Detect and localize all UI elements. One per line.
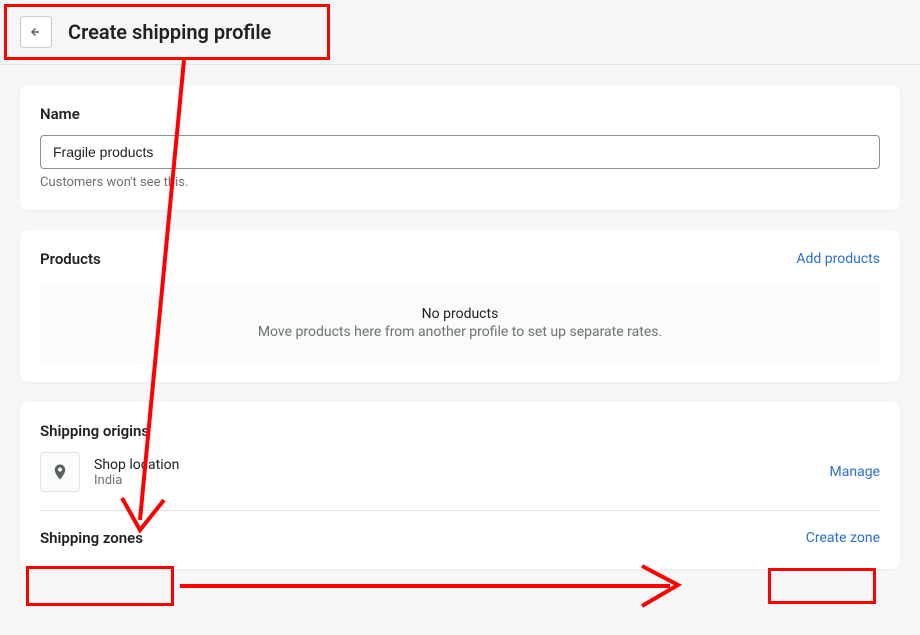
arrow-left-icon — [29, 25, 43, 39]
create-zone-link[interactable]: Create zone — [806, 530, 880, 546]
origins-title: Shipping origins — [40, 422, 880, 440]
products-card: Products Add products No products Move p… — [20, 230, 900, 382]
shipping-card: Shipping origins Shop location India Man… — [20, 402, 900, 569]
add-products-link[interactable]: Add products — [796, 251, 880, 267]
location-pin-icon — [40, 452, 80, 492]
name-card: Name Customers won't see this. — [20, 85, 900, 210]
name-label: Name — [40, 105, 880, 123]
zones-title: Shipping zones — [40, 529, 143, 547]
location-name: Shop location — [94, 457, 179, 473]
name-help-text: Customers won't see this. — [40, 175, 880, 190]
products-title: Products — [40, 250, 101, 268]
page-header: Create shipping profile — [0, 0, 920, 65]
location-country: India — [94, 473, 179, 488]
page-title: Create shipping profile — [68, 20, 271, 44]
empty-title: No products — [62, 306, 858, 322]
profile-name-input[interactable] — [40, 135, 880, 169]
products-empty-state: No products Move products here from anot… — [40, 284, 880, 362]
manage-origins-link[interactable]: Manage — [830, 464, 880, 480]
back-button[interactable] — [20, 16, 52, 48]
empty-subtitle: Move products here from another profile … — [62, 324, 858, 340]
